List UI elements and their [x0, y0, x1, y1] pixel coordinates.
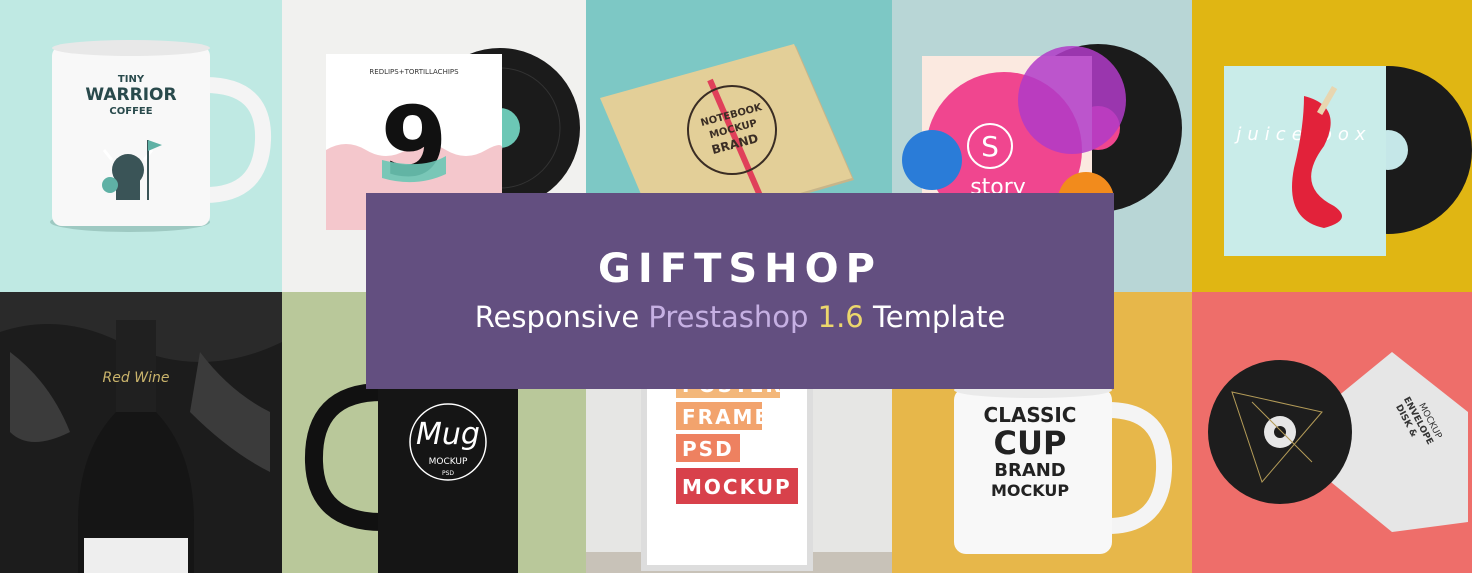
- cup-line3: BRAND: [994, 460, 1066, 481]
- tile-tiny-warrior-mug: TINY WARRIOR COFFEE: [0, 0, 282, 292]
- subtitle-highlight-version: 1.6: [817, 300, 864, 334]
- banner-title: GIFTSHOP: [598, 246, 882, 292]
- mug-line2: WARRIOR: [85, 85, 176, 105]
- popsicle-icon: juice box: [1224, 66, 1472, 256]
- giftshop-banner: TINY WARRIOR COFFEE REDLIPS+TORTILLACHIP…: [0, 0, 1472, 573]
- story-letter: S: [981, 130, 999, 163]
- cup-line4: MOCKUP: [991, 481, 1069, 500]
- subtitle-highlight-prestashop: Prestashop: [648, 300, 809, 334]
- wine-label: Red Wine: [103, 370, 170, 386]
- mug-script: Mug: [416, 417, 480, 452]
- poster-line1: FRAME: [682, 405, 770, 429]
- mug-psd-text: PSD: [442, 470, 454, 477]
- poster-line2: PSD: [682, 437, 734, 461]
- mug-line1: TINY: [118, 74, 145, 85]
- subtitle-part-1: Responsive: [474, 300, 649, 334]
- subtitle-part-3: [808, 300, 817, 334]
- mug-mockup-text: MOCKUP: [429, 457, 468, 467]
- wine-bottle-icon: Red Wine: [0, 320, 282, 573]
- tile-red-wine: Red Wine: [0, 292, 282, 573]
- mug-line3: COFFEE: [109, 106, 152, 117]
- poster-line3: MOCKUP: [682, 475, 792, 499]
- title-overlay: GIFTSHOP Responsive Prestashop 1.6 Templ…: [366, 193, 1114, 389]
- tile-disk-envelope: DISK & ENVELOPE MOCKUP: [1192, 292, 1472, 573]
- vinyl-top-text: REDLIPS+TORTILLACHIPS: [369, 68, 459, 76]
- cd-disk-icon: DISK & ENVELOPE MOCKUP: [1208, 352, 1468, 532]
- cup-line2: CUP: [994, 424, 1067, 462]
- banner-subtitle: Responsive Prestashop 1.6 Template: [366, 297, 1114, 337]
- tile-vinyl-juice-box: juice box: [1192, 0, 1472, 292]
- mug-icon: TINY WARRIOR COFFEE: [50, 40, 272, 232]
- subtitle-part-5: Template: [863, 300, 1006, 334]
